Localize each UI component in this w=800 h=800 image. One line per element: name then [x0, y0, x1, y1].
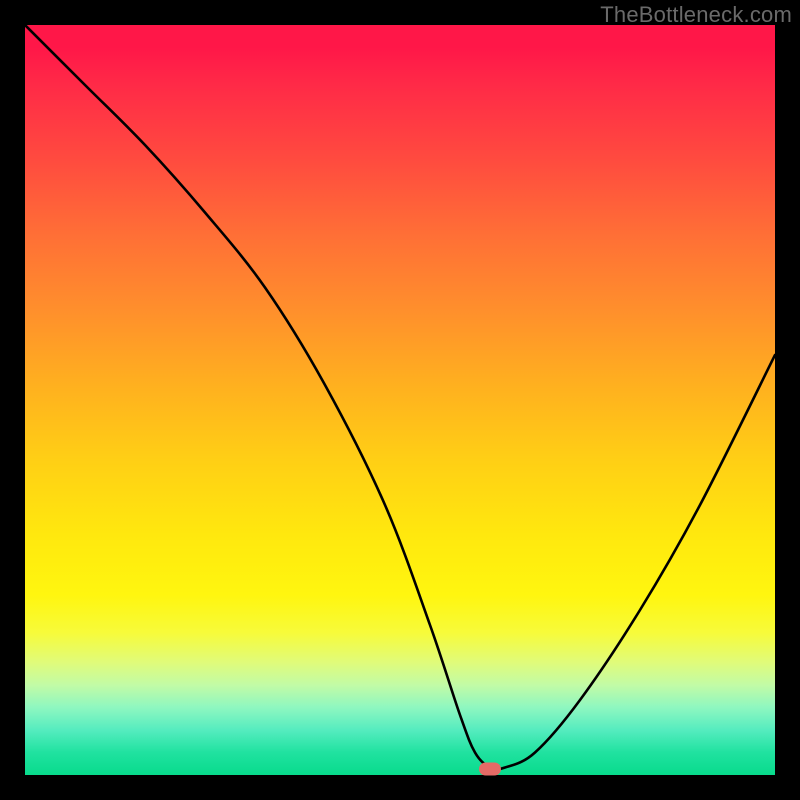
bottleneck-curve [25, 25, 775, 775]
chart-frame: TheBottleneck.com [0, 0, 800, 800]
plot-area [25, 25, 775, 775]
optimal-point-marker [479, 763, 501, 776]
